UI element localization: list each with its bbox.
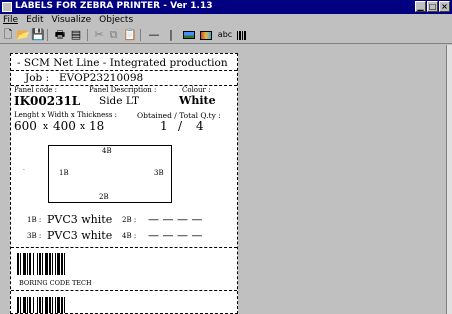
vertical-line-icon[interactable]: | bbox=[167, 28, 175, 42]
quantity-separator: / bbox=[178, 119, 183, 133]
section-divider bbox=[11, 290, 237, 291]
width-value: 400 bbox=[53, 119, 76, 133]
print-icon[interactable]: 🖶 bbox=[53, 28, 67, 42]
obtained-quantity: 1 bbox=[160, 119, 168, 133]
menu-visualize[interactable]: Visualize bbox=[52, 14, 92, 27]
panel-description-label: Panel Description : bbox=[89, 86, 157, 94]
barcode bbox=[17, 297, 67, 313]
panel-code-value: IK00231L bbox=[14, 94, 81, 108]
section-divider bbox=[11, 247, 237, 248]
barcode bbox=[17, 253, 67, 275]
cut-icon[interactable]: ✂ bbox=[93, 28, 105, 42]
toolbar-separator bbox=[87, 29, 88, 41]
colour-value: White bbox=[179, 94, 216, 107]
edge-2b-value: — — — — bbox=[148, 213, 203, 226]
paste-icon[interactable]: 📋 bbox=[123, 28, 137, 42]
colour-label: Colour : bbox=[182, 86, 211, 94]
menu-edit[interactable]: Edit bbox=[26, 14, 43, 27]
total-quantity: 4 bbox=[196, 119, 204, 133]
minimize-icon: ▁ bbox=[417, 2, 424, 11]
window-title: LABELS FOR ZEBRA PRINTER - Ver 1.13 bbox=[15, 1, 213, 11]
print-preview-icon[interactable]: ▤ bbox=[69, 28, 83, 42]
edge-right-label: 3B bbox=[154, 169, 164, 177]
close-icon: × bbox=[441, 2, 448, 11]
design-workspace[interactable]: - SCM Net Line - Integrated production J… bbox=[0, 45, 446, 314]
toolbar-separator bbox=[47, 29, 48, 41]
dimensions-label: Lenght x Width x Thickness : bbox=[14, 111, 118, 119]
edge-4b-label: 4B : bbox=[122, 232, 137, 240]
title-bar[interactable]: LABELS FOR ZEBRA PRINTER - Ver 1.13 ▁ □ … bbox=[0, 0, 452, 14]
length-value: 600 bbox=[14, 119, 37, 133]
minimize-button[interactable]: ▁ bbox=[415, 1, 426, 12]
edge-1b-value: PVC3 white bbox=[47, 213, 113, 226]
close-button[interactable]: × bbox=[439, 1, 450, 12]
label-header: - SCM Net Line - Integrated production bbox=[17, 57, 228, 69]
times-sign: x bbox=[43, 122, 49, 132]
toolbar: 🗋 📂 💾 🖶 ▤ ✂ ⧉ 📋 — | abc bbox=[0, 27, 452, 44]
edge-top-label: 4B bbox=[102, 147, 112, 155]
edge-left-label: 1B bbox=[59, 169, 69, 177]
line-tool-icon[interactable]: — bbox=[146, 28, 162, 42]
panel-description-value: Side LT bbox=[99, 95, 139, 107]
diagram-dot: · bbox=[23, 167, 25, 174]
toolbar-separator bbox=[140, 29, 141, 41]
section-divider bbox=[11, 70, 237, 71]
edge-2b-label: 2B : bbox=[122, 216, 137, 224]
edge-3b-value: PVC3 white bbox=[47, 229, 113, 242]
times-sign: x bbox=[80, 122, 86, 132]
job-label: Job : bbox=[25, 72, 50, 84]
panel-code-label: Panel code : bbox=[14, 86, 58, 94]
maximize-icon: □ bbox=[428, 2, 437, 11]
window-controls: ▁ □ × bbox=[415, 1, 450, 12]
copy-icon[interactable]: ⧉ bbox=[107, 28, 120, 42]
thickness-value: 18 bbox=[89, 119, 105, 133]
menu-file[interactable]: File bbox=[3, 14, 18, 27]
picture-icon[interactable] bbox=[199, 28, 213, 42]
edge-4b-value: — — — — bbox=[148, 229, 203, 242]
barcode-tool-icon[interactable] bbox=[236, 28, 248, 42]
edge-bottom-label: 2B bbox=[99, 193, 109, 201]
vertical-scrollbar[interactable] bbox=[446, 45, 452, 314]
edge-3b-label: 3B : bbox=[27, 232, 42, 240]
save-icon[interactable]: 💾 bbox=[31, 28, 45, 42]
menu-bar: File Edit Visualize Objects bbox=[0, 14, 452, 27]
image-icon[interactable] bbox=[182, 28, 196, 42]
app-icon bbox=[2, 2, 12, 12]
menu-objects[interactable]: Objects bbox=[99, 14, 133, 27]
job-value: EVOP23210098 bbox=[59, 72, 144, 84]
edge-1b-label: 1B : bbox=[27, 216, 42, 224]
label-preview[interactable]: - SCM Net Line - Integrated production J… bbox=[10, 53, 238, 314]
new-document-icon[interactable]: 🗋 bbox=[2, 28, 14, 42]
open-folder-icon[interactable]: 📂 bbox=[16, 28, 30, 42]
maximize-button[interactable]: □ bbox=[427, 1, 438, 12]
barcode-caption: BORING CODE TECH bbox=[19, 279, 92, 287]
text-icon[interactable]: abc bbox=[216, 28, 234, 42]
